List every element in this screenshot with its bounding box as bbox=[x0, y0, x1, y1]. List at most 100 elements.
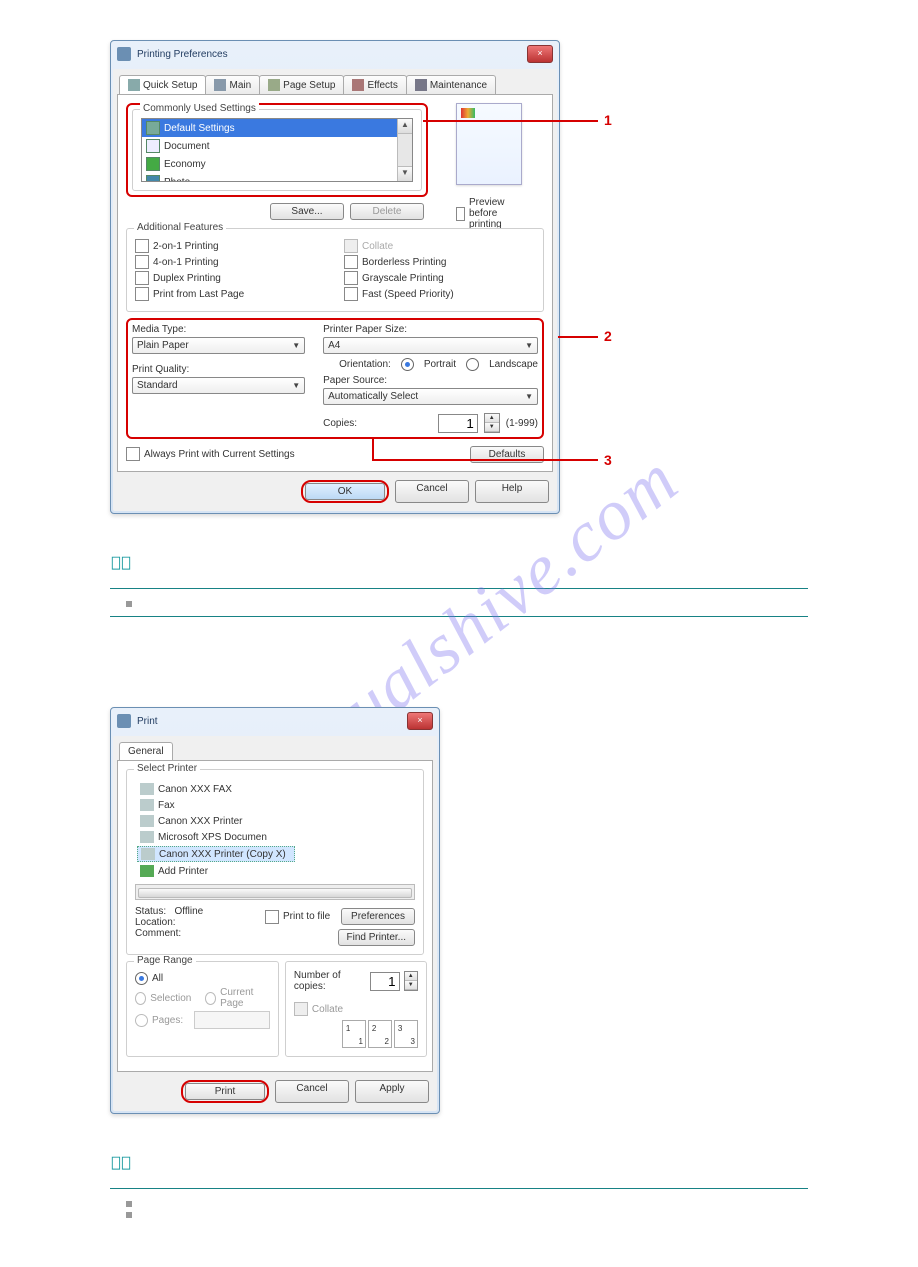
print-button[interactable]: Print bbox=[185, 1083, 265, 1100]
printer-item[interactable]: Microsoft XPS Documen bbox=[137, 830, 293, 844]
status-value: Offline bbox=[174, 906, 203, 917]
page-icon: 1 bbox=[342, 1020, 366, 1048]
select-printer-group: Select Printer Canon XXX FAX Fax Canon X… bbox=[126, 769, 424, 955]
chevron-down-icon: ▼ bbox=[292, 381, 300, 390]
quality-dropdown[interactable]: Standard▼ bbox=[132, 377, 305, 394]
horizontal-scrollbar[interactable] bbox=[135, 884, 415, 900]
scrollbar[interactable]: ▲▼ bbox=[397, 119, 412, 181]
paper-size-dropdown[interactable]: A4▼ bbox=[323, 337, 538, 354]
delete-button[interactable]: Delete bbox=[350, 203, 424, 220]
select-printer-legend: Select Printer bbox=[134, 763, 200, 774]
close-icon[interactable]: × bbox=[407, 712, 433, 730]
scroll-down-icon[interactable]: ▼ bbox=[398, 166, 412, 181]
source-dropdown[interactable]: Automatically Select▼ bbox=[323, 388, 538, 405]
pages-radio bbox=[135, 1014, 148, 1027]
media-type-dropdown[interactable]: Plain Paper▼ bbox=[132, 337, 305, 354]
find-printer-button[interactable]: Find Printer... bbox=[338, 929, 415, 946]
cancel-button[interactable]: Cancel bbox=[275, 1080, 349, 1103]
copies-spinner[interactable]: ▲▼ bbox=[404, 971, 418, 991]
printer-list[interactable]: Canon XXX FAX Fax Canon XXX Printer Micr… bbox=[135, 778, 415, 882]
app-icon bbox=[117, 714, 131, 728]
effects-icon bbox=[352, 79, 364, 91]
additional-legend: Additional Features bbox=[134, 222, 226, 233]
preferences-button[interactable]: Preferences bbox=[341, 908, 415, 925]
tab-page-setup[interactable]: Page Setup bbox=[259, 75, 344, 94]
checkbox-label: 2-on-1 Printing bbox=[153, 241, 219, 252]
tab-general[interactable]: General bbox=[119, 742, 173, 760]
selection-radio bbox=[135, 992, 146, 1005]
grayscale-checkbox[interactable] bbox=[344, 271, 358, 285]
fast-checkbox[interactable] bbox=[344, 287, 358, 301]
tab-quick-setup[interactable]: Quick Setup bbox=[119, 75, 206, 94]
checkbox-label: Duplex Printing bbox=[153, 273, 221, 284]
tab-maintenance[interactable]: Maintenance bbox=[406, 75, 496, 94]
close-icon[interactable]: × bbox=[527, 45, 553, 63]
paper-size-label: Printer Paper Size: bbox=[323, 324, 538, 335]
checkbox-label: Collate bbox=[312, 1004, 343, 1015]
list-item[interactable]: Default Settings bbox=[142, 119, 412, 137]
radio-label: Portrait bbox=[424, 359, 456, 370]
photo-icon bbox=[146, 175, 160, 182]
copies-range: (1-999) bbox=[506, 418, 538, 429]
list-item[interactable]: Document bbox=[142, 137, 412, 155]
num-copies-label: Number of copies: bbox=[294, 970, 366, 992]
checkbox-label: Print from Last Page bbox=[153, 289, 244, 300]
help-button[interactable]: Help bbox=[475, 480, 549, 503]
list-item[interactable]: Economy bbox=[142, 155, 412, 173]
4on1-checkbox[interactable] bbox=[135, 255, 149, 269]
source-label: Paper Source: bbox=[323, 375, 538, 386]
main-icon bbox=[214, 79, 226, 91]
radio-label: Pages: bbox=[152, 1015, 183, 1026]
add-printer-item[interactable]: Add Printer bbox=[137, 864, 293, 878]
always-print-label: Always Print with Current Settings bbox=[144, 449, 295, 460]
printer-item[interactable]: Fax bbox=[137, 798, 293, 812]
add-icon bbox=[140, 865, 154, 877]
tab-bar: Quick Setup Main Page Setup Effects Main… bbox=[117, 73, 553, 94]
borderless-checkbox[interactable] bbox=[344, 255, 358, 269]
num-copies-input[interactable] bbox=[370, 972, 400, 991]
radio-label: Current Page bbox=[220, 987, 270, 1009]
scroll-up-icon[interactable]: ▲ bbox=[398, 119, 412, 134]
checkbox-label: Fast (Speed Priority) bbox=[362, 289, 454, 300]
printer-item[interactable]: Canon XXX Printer bbox=[137, 814, 293, 828]
preview-before-printing-checkbox[interactable] bbox=[456, 207, 465, 221]
copies-label: Copies: bbox=[323, 418, 432, 429]
print-to-file-checkbox[interactable] bbox=[265, 910, 279, 924]
2on1-checkbox[interactable] bbox=[135, 239, 149, 253]
duplex-checkbox[interactable] bbox=[135, 271, 149, 285]
commonly-used-redbox: Commonly Used Settings Default Settings … bbox=[126, 103, 428, 197]
copies-spinner[interactable]: ▲▼ bbox=[484, 413, 500, 433]
always-print-checkbox[interactable] bbox=[126, 447, 140, 461]
note-icon bbox=[110, 1154, 132, 1172]
app-icon bbox=[117, 47, 131, 61]
radio-label: Selection bbox=[150, 993, 191, 1004]
page-icon: 3 bbox=[394, 1020, 418, 1048]
portrait-radio[interactable] bbox=[401, 358, 414, 371]
fax-icon bbox=[140, 799, 154, 811]
checkbox-label: Print to file bbox=[283, 911, 330, 922]
print-window: Print × General Select Printer Canon XXX… bbox=[110, 707, 440, 1114]
printing-preferences-window: Printing Preferences × Quick Setup Main … bbox=[110, 40, 560, 514]
apply-button[interactable]: Apply bbox=[355, 1080, 429, 1103]
copies-input[interactable] bbox=[438, 414, 478, 433]
all-radio[interactable] bbox=[135, 972, 148, 985]
printer-icon bbox=[140, 831, 154, 843]
landscape-radio[interactable] bbox=[466, 358, 479, 371]
settings-listbox[interactable]: Default Settings Document Economy Photo … bbox=[141, 118, 413, 182]
quicksetup-icon bbox=[128, 79, 140, 91]
collate-checkbox bbox=[344, 239, 358, 253]
lastpage-checkbox[interactable] bbox=[135, 287, 149, 301]
tab-effects[interactable]: Effects bbox=[343, 75, 406, 94]
bullet-icon bbox=[126, 601, 132, 607]
printer-item-selected[interactable]: Canon XXX Printer (Copy X) bbox=[137, 846, 295, 862]
chevron-down-icon: ▼ bbox=[525, 392, 533, 401]
collate-checkbox bbox=[294, 1002, 308, 1016]
save-button[interactable]: Save... bbox=[270, 203, 344, 220]
printer-item[interactable]: Canon XXX FAX bbox=[137, 782, 293, 796]
tab-main[interactable]: Main bbox=[205, 75, 260, 94]
note-box bbox=[110, 588, 808, 617]
list-item[interactable]: Photo bbox=[142, 173, 412, 182]
media-type-label: Media Type: bbox=[132, 324, 305, 335]
ok-button[interactable]: OK bbox=[305, 483, 385, 500]
cancel-button[interactable]: Cancel bbox=[395, 480, 469, 503]
